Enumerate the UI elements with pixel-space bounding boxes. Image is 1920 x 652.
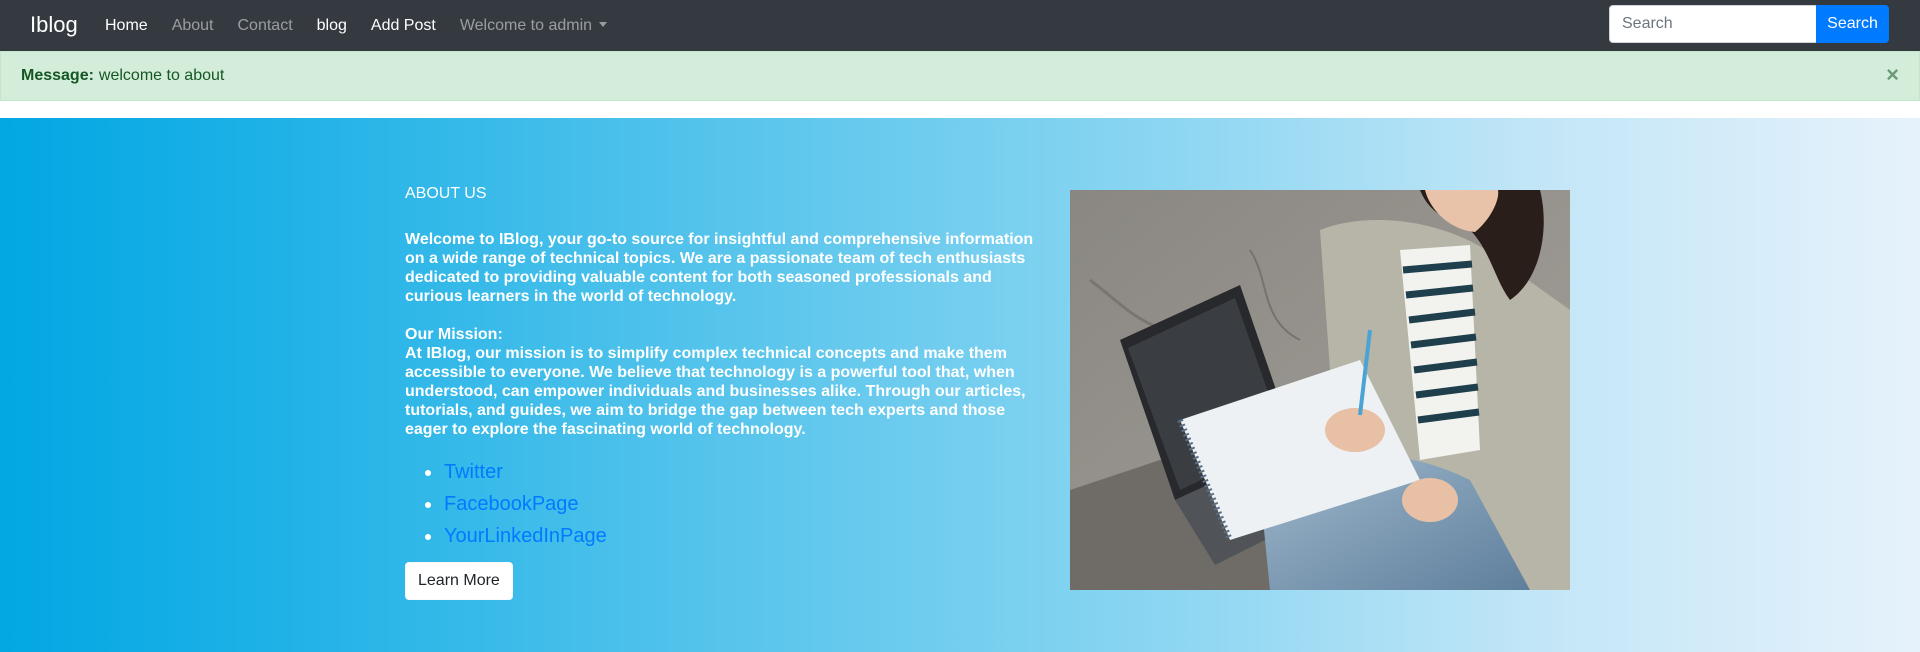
- list-item: Twitter: [425, 456, 1035, 488]
- top-navbar: Iblog Home About Contact blog Add Post W…: [0, 0, 1920, 51]
- list-item: FacebookPage: [425, 488, 1035, 520]
- nav-link-add-post[interactable]: Add Post: [371, 16, 436, 36]
- nav-link-about[interactable]: About: [172, 16, 214, 36]
- user-dropdown-label: Welcome to admin: [459, 16, 593, 34]
- twitter-link[interactable]: Twitter: [444, 461, 503, 483]
- chevron-down-icon: [599, 21, 608, 27]
- about-photo: [1070, 190, 1570, 590]
- about-section: ABOUT US Welcome to IBlog, your go-to so…: [0, 118, 1920, 652]
- search-button[interactable]: Search: [1816, 5, 1889, 43]
- user-dropdown-toggle[interactable]: Welcome to admin: [459, 16, 608, 36]
- page-title: ABOUT US: [405, 185, 487, 202]
- about-content: ABOUT US Welcome to IBlog, your go-to so…: [405, 184, 1035, 600]
- search-input[interactable]: [1609, 5, 1816, 43]
- nav-link-blog[interactable]: blog: [317, 16, 347, 36]
- facebook-link[interactable]: FacebookPage: [444, 493, 579, 515]
- list-item: YourLinkedInPage: [425, 520, 1035, 552]
- nav-link-contact[interactable]: Contact: [238, 16, 293, 36]
- nav-links: Home About Contact blog Add Post Welcome…: [105, 0, 631, 51]
- nav-link-home[interactable]: Home: [105, 16, 148, 36]
- search-form: Search: [1609, 5, 1889, 43]
- mission-text: At IBlog, our mission is to simplify com…: [405, 345, 1026, 438]
- alert-text: welcome to about: [98, 67, 225, 84]
- woman-writing-image: [1070, 190, 1570, 590]
- about-intro: Welcome to IBlog, your go-to source for …: [405, 231, 1034, 305]
- mission-title: Our Mission:: [405, 326, 503, 343]
- alert-label: Message:: [21, 67, 94, 84]
- social-links-list: Twitter FacebookPage YourLinkedInPage: [425, 456, 1035, 552]
- close-icon[interactable]: ×: [1886, 63, 1899, 87]
- brand-logo[interactable]: Iblog: [30, 12, 78, 38]
- message-alert: Message: welcome to about ×: [0, 51, 1920, 101]
- linkedin-link[interactable]: YourLinkedInPage: [444, 525, 607, 547]
- learn-more-button[interactable]: Learn More: [405, 562, 513, 600]
